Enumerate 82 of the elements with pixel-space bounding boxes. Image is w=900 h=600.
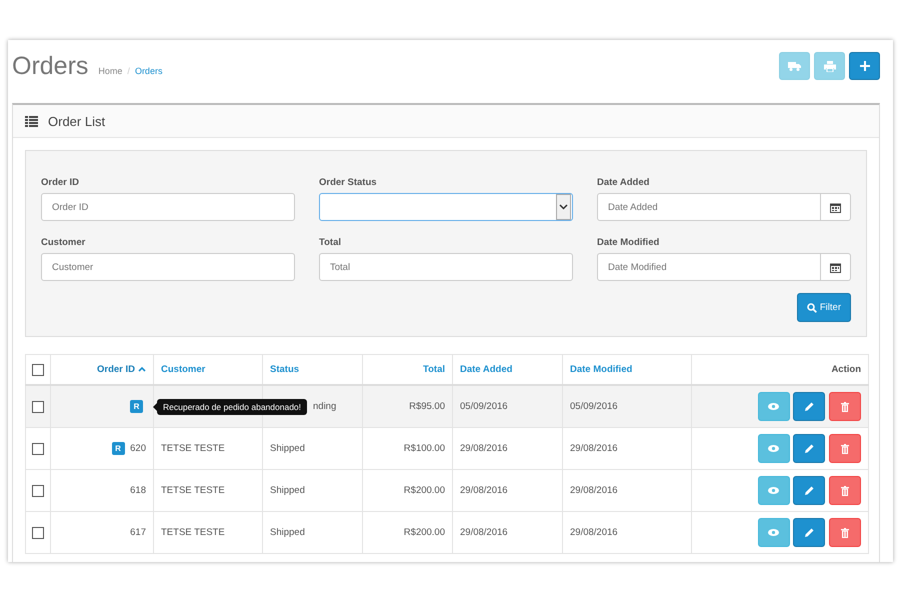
add-button[interactable]	[849, 52, 880, 80]
order-id: 617	[130, 527, 146, 538]
order-total: R$200.00	[404, 485, 445, 496]
eye-icon	[768, 403, 780, 410]
column-header-link[interactable]: Date Added	[460, 364, 512, 375]
input-field[interactable]: Customer	[41, 253, 295, 281]
calendar-icon[interactable]	[821, 253, 851, 281]
column-header-link[interactable]: Status	[270, 364, 300, 375]
delete-button[interactable]	[829, 476, 861, 505]
calendar-icon[interactable]	[821, 193, 851, 221]
delete-button[interactable]	[829, 518, 861, 547]
edit-button[interactable]	[793, 392, 826, 421]
trash-icon	[841, 486, 849, 496]
breadcrumb-separator: /	[127, 66, 130, 76]
select-all-checkbox[interactable]	[32, 364, 44, 376]
field-label: Total	[319, 237, 342, 248]
pencil-icon	[804, 486, 814, 495]
date-modified: 29/08/2016	[570, 443, 618, 454]
edit-button[interactable]	[793, 434, 826, 463]
page-title: Orders	[12, 52, 88, 81]
edit-button[interactable]	[793, 476, 826, 505]
order-id: 620	[130, 443, 146, 454]
row-checkbox[interactable]	[32, 526, 44, 538]
customer-name: TETSE TESTE	[161, 443, 225, 454]
field-label: Order Status	[319, 177, 378, 188]
field-label: Customer	[41, 237, 86, 248]
eye-icon	[768, 445, 780, 452]
order-total: R$95.00	[409, 401, 445, 412]
plus-icon	[860, 61, 870, 71]
date-modified: 29/08/2016	[570, 527, 618, 538]
customer-name: TETSE TESTE	[161, 485, 225, 496]
input-field[interactable]: Total	[319, 253, 573, 281]
column-header: Action	[831, 364, 861, 375]
filter-button[interactable]: Filter	[796, 293, 851, 322]
trash-icon	[841, 402, 849, 412]
input-field[interactable]: Order ID	[41, 193, 295, 221]
eye-icon	[768, 487, 780, 494]
field-label: Date Added	[597, 177, 650, 188]
order-id: 618	[130, 485, 146, 496]
row-checkbox[interactable]	[32, 484, 44, 496]
field-label: Order ID	[41, 177, 80, 188]
date-added: 29/08/2016	[460, 485, 508, 496]
row-checkbox[interactable]	[32, 442, 44, 454]
caret-icon	[556, 194, 571, 220]
row-checkbox[interactable]	[32, 400, 44, 412]
print-icon	[824, 60, 836, 72]
truck-icon	[788, 61, 801, 71]
date-added: 29/08/2016	[460, 443, 508, 454]
delete-button[interactable]	[829, 434, 861, 463]
date-added: 29/08/2016	[460, 527, 508, 538]
pencil-icon	[804, 402, 814, 411]
search-icon	[806, 302, 817, 312]
list-icon	[25, 116, 38, 126]
sort-up-icon	[138, 366, 146, 372]
trash-icon	[841, 444, 849, 454]
order-status: Shipped	[270, 443, 305, 454]
date-modified: 29/08/2016	[570, 485, 618, 496]
eye-icon	[768, 529, 780, 536]
column-header-link[interactable]: Order ID	[96, 364, 146, 375]
breadcrumb-link[interactable]: Orders	[134, 66, 162, 76]
column-header-link[interactable]: Date Modified	[570, 364, 632, 375]
order-total: R$200.00	[404, 527, 445, 538]
date-added: 05/09/2016	[460, 401, 508, 412]
pencil-icon	[804, 444, 814, 453]
edit-button[interactable]	[793, 518, 826, 547]
date-modified: 05/09/2016	[570, 401, 618, 412]
order-status: Shipped	[270, 485, 305, 496]
order-status: nding	[313, 401, 336, 412]
trash-icon	[841, 528, 849, 538]
column-header-link[interactable]: Total	[423, 364, 445, 375]
tooltip: Recuperado de pedido abandonado!	[157, 399, 308, 415]
recovered-badge: R	[112, 442, 124, 455]
delete-button[interactable]	[829, 392, 861, 421]
column-header-link[interactable]: Customer	[161, 364, 206, 375]
breadcrumb-link[interactable]: Home	[98, 66, 122, 76]
order-status: Shipped	[270, 527, 305, 538]
panel-title: Order List	[48, 114, 106, 128]
order-total: R$100.00	[404, 443, 445, 454]
recovered-badge: R	[130, 400, 143, 413]
pencil-icon	[804, 528, 814, 537]
customer-name: TETSE TESTE	[161, 527, 225, 538]
field-label: Date Modified	[597, 237, 660, 248]
